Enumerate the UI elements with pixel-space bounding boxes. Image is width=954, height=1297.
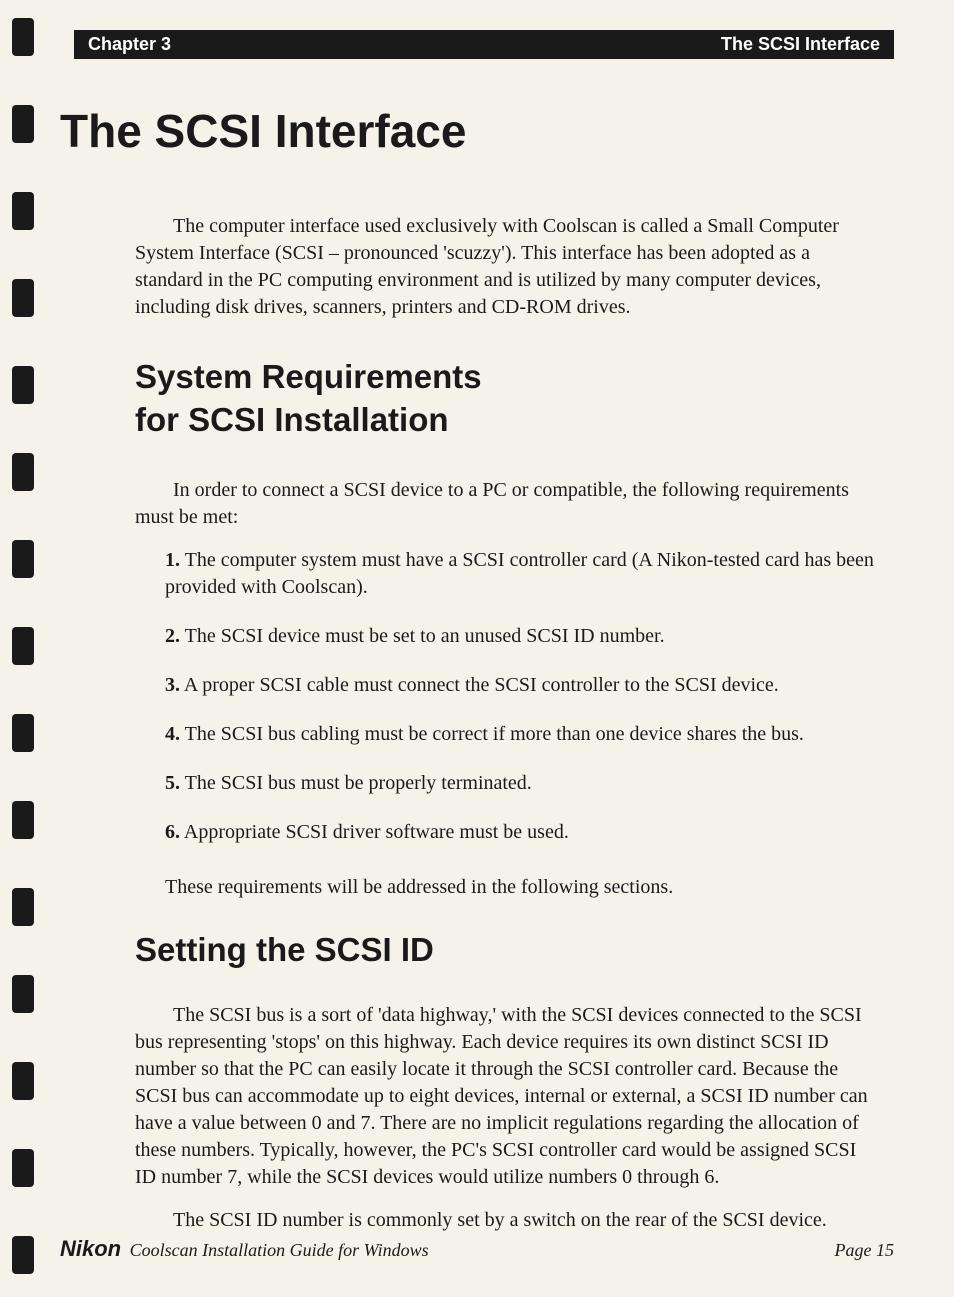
header-title: The SCSI Interface <box>721 34 880 55</box>
spiral-binding <box>0 0 40 1297</box>
section1-outro: These requirements will be addressed in … <box>165 874 874 901</box>
requirement-item-4: 4. The SCSI bus cabling must be correct … <box>165 721 874 748</box>
requirement-item-2: 2. The SCSI device must be set to an unu… <box>165 623 874 650</box>
intro-paragraph: The computer interface used exclusively … <box>135 213 874 321</box>
requirement-item-6: 6. Appropriate SCSI driver software must… <box>165 819 874 846</box>
main-title: The SCSI Interface <box>60 104 894 158</box>
footer-brand: Nikon <box>60 1236 121 1261</box>
requirement-item-5: 5. The SCSI bus must be properly termina… <box>165 770 874 797</box>
footer-title: Coolscan Installation Guide for Windows <box>130 1240 429 1260</box>
section2-paragraph2: The SCSI ID number is commonly set by a … <box>135 1207 874 1234</box>
section2-paragraph1: The SCSI bus is a sort of 'data highway,… <box>135 1002 874 1191</box>
page-footer: Nikon Coolscan Installation Guide for Wi… <box>60 1236 894 1262</box>
footer-page-number: Page 15 <box>835 1240 894 1261</box>
section-heading-requirements: System Requirements for SCSI Installatio… <box>135 356 894 442</box>
chapter-label: Chapter 3 <box>88 34 171 55</box>
requirement-item-3: 3. A proper SCSI cable must connect the … <box>165 672 874 699</box>
section1-intro: In order to connect a SCSI device to a P… <box>135 477 874 531</box>
footer-left: Nikon Coolscan Installation Guide for Wi… <box>60 1236 429 1262</box>
header-bar: Chapter 3 The SCSI Interface <box>74 30 894 59</box>
page-content: Chapter 3 The SCSI Interface The SCSI In… <box>0 0 954 1280</box>
section-heading-scsi-id: Setting the SCSI ID <box>135 929 894 972</box>
requirement-item-1: 1. The computer system must have a SCSI … <box>165 547 874 601</box>
